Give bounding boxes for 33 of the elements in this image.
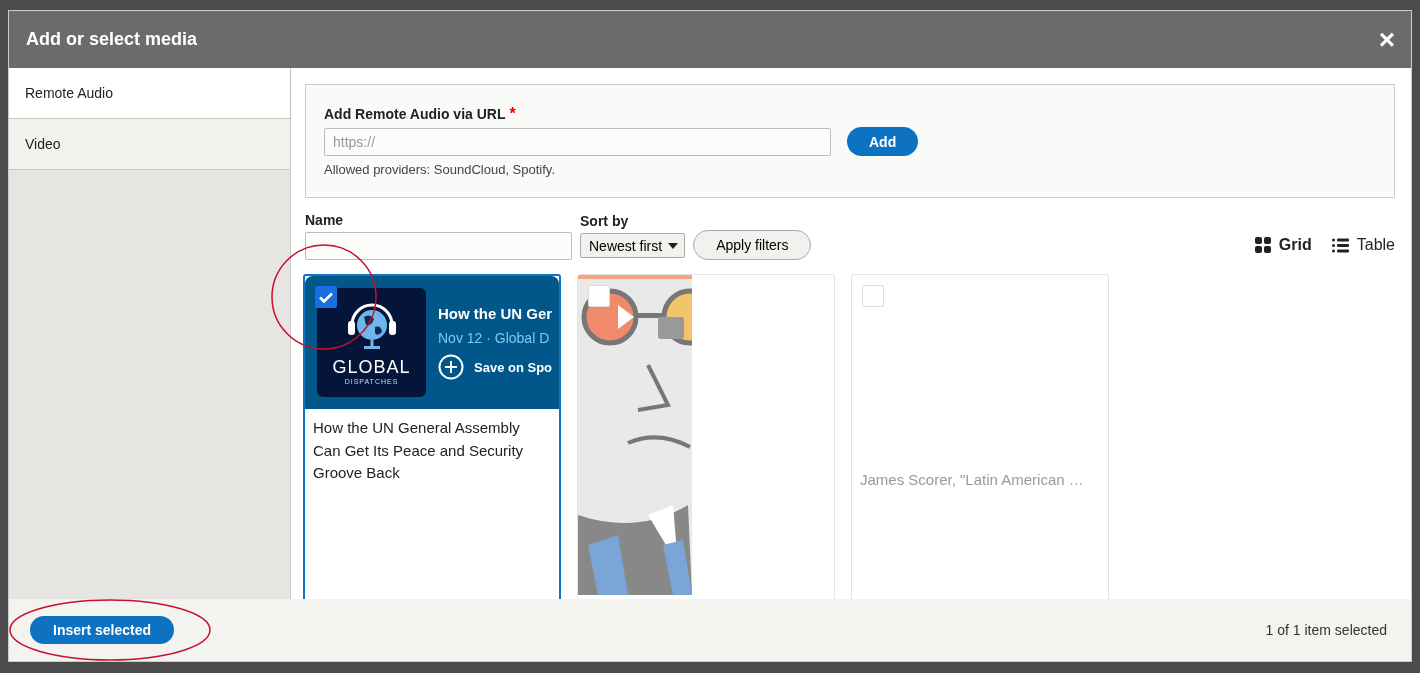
field-label: Sort by [580, 213, 630, 229]
save-link[interactable]: Save on Spo [438, 354, 553, 380]
field-hint: Allowed providers: SoundCloud, Spotify. [324, 162, 556, 177]
media-card[interactable] [577, 274, 835, 599]
episode-meta: Nov 12 · Global D [438, 330, 551, 346]
view-toggle-link[interactable]: Table [1331, 236, 1395, 254]
list-icon [1331, 237, 1349, 253]
url-field[interactable]: https:// [324, 127, 831, 156]
checkbox[interactable] [862, 285, 884, 307]
episode-title: How the UN Ger [438, 305, 553, 322]
checkbox[interactable] [315, 286, 337, 308]
close-button[interactable]: × [1378, 25, 1395, 54]
add-button[interactable]: Add [847, 127, 919, 156]
field-label: Add Remote Audio via URL [324, 106, 506, 122]
name-field[interactable] [305, 232, 572, 260]
media-type-tab[interactable]: Video [9, 119, 290, 170]
dialog-title: Add or select media [26, 29, 198, 50]
logo-text: GLOBAL [332, 357, 411, 378]
plus-circle-icon [438, 354, 464, 380]
sort-select[interactable]: Newest first [580, 233, 686, 258]
caret-icon [668, 242, 679, 249]
required-mark: * [509, 105, 516, 122]
insert-selected-button[interactable]: Insert selected [30, 616, 175, 644]
selection-status: 1 of 1 item selected [1265, 622, 1387, 638]
field-label: Name [305, 212, 345, 228]
grid-icon [1254, 237, 1271, 253]
media-type-tab[interactable]: Remote Audio [9, 68, 290, 119]
media-title: How the UN General Assembly Can Get Its Peace and Security Groove Back [312, 418, 525, 483]
view-toggle-link[interactable]: Grid [1254, 236, 1312, 254]
apply-filters-button[interactable]: Apply filters [693, 230, 812, 260]
checkmark-icon [319, 291, 333, 303]
checkbox[interactable] [588, 285, 610, 307]
media-title: James Scorer, "Latin American … [859, 470, 1085, 490]
